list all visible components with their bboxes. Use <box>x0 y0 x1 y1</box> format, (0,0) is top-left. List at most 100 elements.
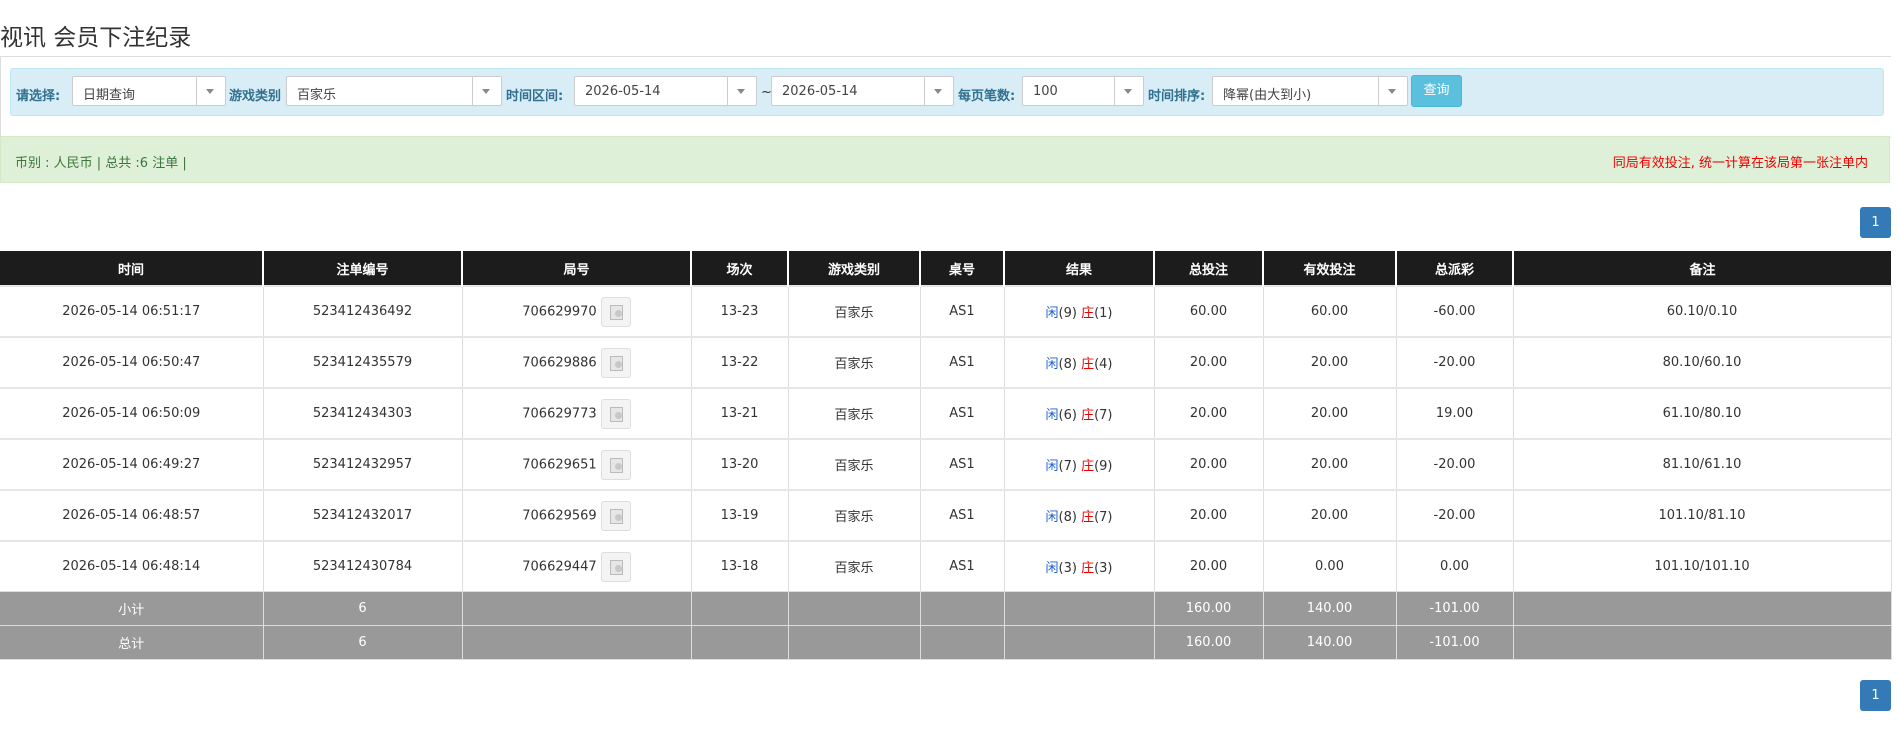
query-type-select[interactable]: 日期查询 <box>72 76 226 106</box>
time-range-label: 时间区间: <box>506 89 564 104</box>
chevron-down-icon[interactable] <box>472 77 501 105</box>
banker-score: (1) <box>1094 306 1113 321</box>
banker-label: 庄 <box>1081 408 1095 423</box>
cell-shoe: 13-20 <box>690 438 789 491</box>
sort-value: 降幂(由大到小) <box>1223 88 1312 103</box>
table-header-row: 时间 注单编号 局号 场次 游戏类别 桌号 结果 总投注 有效投注 总派彩 备注 <box>0 251 1891 286</box>
per-page-value: 100 <box>1033 84 1058 99</box>
chevron-down-icon[interactable] <box>924 77 953 105</box>
video-replay-icon[interactable] <box>600 347 631 378</box>
cell-round: 706629773 <box>461 387 692 440</box>
cell-total-bet[interactable]: 20.00 <box>1153 489 1264 542</box>
cell-time: 2026-05-14 06:48:14 <box>0 540 264 592</box>
subtotal-valid-bet: 140.00 <box>1262 591 1397 626</box>
cell-round: 706629886 <box>461 336 692 389</box>
cell-total-bet[interactable]: 20.00 <box>1153 540 1264 592</box>
chevron-down-icon[interactable] <box>1114 77 1143 105</box>
table-row: 2026-05-14 06:48:57 523412432017 7066295… <box>0 489 1892 542</box>
cell-game: 百家乐 <box>787 336 921 389</box>
cell-game: 百家乐 <box>787 438 921 491</box>
subtotal-count: 6 <box>262 591 463 626</box>
pagination-page-1-bottom[interactable]: 1 <box>1860 680 1891 711</box>
player-label: 闲 <box>1045 510 1059 525</box>
cell-bet-id: 523412434303 <box>262 387 463 440</box>
cell-result: 闲(8) 庄(4) <box>1003 336 1155 389</box>
cell-payout: -20.00 <box>1395 336 1514 389</box>
cell-bet-id: 523412436492 <box>262 285 463 338</box>
cell-result: 闲(9) 庄(1) <box>1003 285 1155 338</box>
grandtotal-empty <box>1512 625 1892 660</box>
player-score: (8) <box>1058 510 1077 525</box>
cell-valid-bet: 20.00 <box>1262 387 1397 440</box>
sort-select[interactable]: 降幂(由大到小) <box>1212 76 1408 106</box>
player-label: 闲 <box>1045 408 1059 423</box>
player-label: 闲 <box>1045 561 1059 576</box>
banker-label: 庄 <box>1081 459 1095 474</box>
grandtotal-valid-bet: 140.00 <box>1262 625 1397 660</box>
currency-summary: 币别 : 人民币 | 总共 :6 注单 | <box>15 156 187 171</box>
per-page-select[interactable]: 100 <box>1022 76 1144 106</box>
cell-total-bet[interactable]: 20.00 <box>1153 387 1264 440</box>
game-type-select[interactable]: 百家乐 <box>286 76 502 106</box>
player-score: (6) <box>1058 408 1077 423</box>
subtotal-empty <box>690 591 789 626</box>
chevron-down-icon[interactable] <box>727 77 756 105</box>
cell-time: 2026-05-14 06:49:27 <box>0 438 264 491</box>
cell-valid-bet: 20.00 <box>1262 438 1397 491</box>
subtotal-empty <box>787 591 921 626</box>
cell-total-bet[interactable]: 20.00 <box>1153 336 1264 389</box>
date-to-select[interactable]: 2026-05-14 <box>771 76 954 106</box>
banker-score: (4) <box>1094 357 1113 372</box>
banker-score: (3) <box>1094 561 1113 576</box>
col-header-note: 备注 <box>1513 251 1891 286</box>
player-score: (9) <box>1058 306 1077 321</box>
cell-shoe: 13-18 <box>690 540 789 592</box>
pagination-page-1-top[interactable]: 1 <box>1860 207 1891 238</box>
subtotal-empty <box>1512 591 1892 626</box>
cell-table: AS1 <box>919 387 1005 440</box>
cell-table: AS1 <box>919 540 1005 592</box>
cell-round: 706629569 <box>461 489 692 542</box>
round-number: 706629569 <box>522 508 597 523</box>
subtotal-empty <box>461 591 692 626</box>
cell-total-bet[interactable]: 60.00 <box>1153 285 1264 338</box>
grandtotal-total-bet: 160.00 <box>1153 625 1264 660</box>
sort-label: 时间排序: <box>1148 89 1206 104</box>
video-replay-icon[interactable] <box>600 398 631 429</box>
chevron-down-icon[interactable] <box>1378 77 1407 105</box>
date-to-value: 2026-05-14 <box>782 84 858 99</box>
date-from-value: 2026-05-14 <box>585 84 661 99</box>
cell-round: 706629447 <box>461 540 692 592</box>
cell-time: 2026-05-14 06:50:47 <box>0 336 264 389</box>
banker-label: 庄 <box>1081 510 1095 525</box>
date-from-select[interactable]: 2026-05-14 <box>574 76 757 106</box>
cell-total-bet[interactable]: 20.00 <box>1153 438 1264 491</box>
cell-shoe: 13-22 <box>690 336 789 389</box>
subtotal-payout: -101.00 <box>1395 591 1514 626</box>
grandtotal-row: 总计 6 160.00 140.00 -101.00 <box>0 625 1892 660</box>
cell-payout: -60.00 <box>1395 285 1514 338</box>
chevron-down-icon[interactable] <box>196 77 225 105</box>
cell-result: 闲(7) 庄(9) <box>1003 438 1155 491</box>
table-row: 2026-05-14 06:50:09 523412434303 7066297… <box>0 387 1892 440</box>
video-replay-icon[interactable] <box>600 449 631 480</box>
banker-score: (7) <box>1094 408 1113 423</box>
grandtotal-empty <box>919 625 1005 660</box>
cell-valid-bet: 20.00 <box>1262 489 1397 542</box>
video-replay-icon[interactable] <box>600 296 631 327</box>
cell-note: 101.10/81.10 <box>1512 489 1892 542</box>
per-page-label: 每页笔数: <box>958 89 1016 104</box>
cell-game: 百家乐 <box>787 285 921 338</box>
video-replay-icon[interactable] <box>600 551 631 582</box>
cell-note: 60.10/0.10 <box>1512 285 1892 338</box>
video-replay-icon[interactable] <box>600 500 631 531</box>
player-score: (3) <box>1058 561 1077 576</box>
cell-result: 闲(3) 庄(3) <box>1003 540 1155 592</box>
cell-payout: -20.00 <box>1395 438 1514 491</box>
col-header-valid-bet: 有效投注 <box>1263 251 1397 286</box>
query-button[interactable]: 查询 <box>1411 75 1462 107</box>
col-header-shoe: 场次 <box>691 251 789 286</box>
round-number: 706629970 <box>522 304 597 319</box>
banker-label: 庄 <box>1081 561 1095 576</box>
col-header-time: 时间 <box>0 251 264 286</box>
